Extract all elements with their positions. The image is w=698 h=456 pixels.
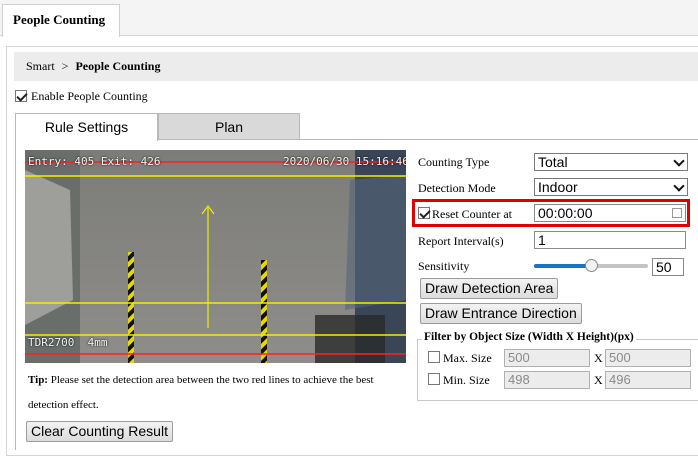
min-height-input[interactable]: 496: [605, 371, 691, 389]
max-size-checkbox[interactable]: [428, 351, 440, 363]
report-interval-input[interactable]: 1: [534, 231, 686, 249]
breadcrumb: Smart > People Counting: [14, 52, 698, 81]
reset-counter-time-input[interactable]: 00:00:00: [534, 204, 686, 222]
counting-type-value: Total: [538, 154, 568, 170]
clock-icon: [672, 208, 682, 218]
tip-line1: Please set the detection area between th…: [50, 374, 374, 386]
osd-timestamp: 2020/06/30 15:16:46: [283, 155, 406, 168]
counting-type-select[interactable]: Total: [534, 153, 688, 171]
max-width-input[interactable]: 500: [504, 349, 590, 367]
breadcrumb-root[interactable]: Smart: [26, 59, 55, 73]
sensitivity-label: Sensitivity: [418, 259, 470, 273]
tab-plan[interactable]: Plan: [158, 113, 300, 140]
enable-people-counting-checkbox[interactable]: [15, 90, 27, 102]
detection-mode-label: Detection Mode: [418, 181, 496, 195]
tip-label: Tip:: [28, 374, 48, 386]
tip-line2: detection effect.: [28, 399, 99, 411]
max-size-label: Max. Size: [443, 351, 492, 365]
reset-counter-time-value: 00:00:00: [538, 205, 593, 221]
sensitivity-slider-thumb[interactable]: [584, 259, 598, 272]
osd-counts: Entry: 405 Exit: 426: [28, 155, 161, 168]
max-height-input[interactable]: 500: [605, 349, 691, 367]
min-size-x-label: X: [594, 373, 603, 387]
min-size-label: Min. Size: [443, 373, 490, 387]
max-size-x-label: X: [594, 351, 603, 365]
tab-people-counting[interactable]: People Counting: [2, 4, 120, 37]
chevron-down-icon: [673, 180, 685, 192]
reset-counter-checkbox[interactable]: [418, 207, 430, 219]
live-video-preview[interactable]: Entry: 405 Exit: 426 2020/06/30 15:16:46…: [25, 150, 406, 363]
sensitivity-input[interactable]: 50: [652, 258, 684, 276]
sensitivity-slider-track[interactable]: [534, 259, 648, 272]
counting-type-label: Counting Type: [418, 155, 490, 169]
breadcrumb-current: People Counting: [75, 59, 161, 73]
enable-people-counting-label: Enable People Counting: [31, 89, 148, 103]
reset-counter-label: Reset Counter at: [432, 207, 512, 221]
draw-entrance-direction-button[interactable]: Draw Entrance Direction: [420, 303, 582, 324]
tip-text: Tip: Please set the detection area betwe…: [28, 374, 403, 386]
detection-mode-select[interactable]: Indoor: [534, 178, 688, 196]
report-interval-label: Report Interval(s): [418, 234, 504, 248]
clear-counting-result-button[interactable]: Clear Counting Result: [26, 421, 173, 442]
chevron-down-icon: [673, 155, 685, 167]
breadcrumb-separator: >: [61, 59, 69, 73]
video-scene: [25, 150, 406, 363]
sensitivity-slider-fill: [534, 264, 591, 268]
min-width-input[interactable]: 498: [504, 371, 590, 389]
detection-mode-value: Indoor: [538, 179, 578, 195]
tab-rule-settings[interactable]: Rule Settings: [15, 113, 158, 141]
osd-camera-model: TDR2700 4mm: [28, 336, 108, 349]
draw-detection-area-button[interactable]: Draw Detection Area: [420, 278, 559, 299]
filter-title: Filter by Object Size (Width X Height)(p…: [422, 331, 636, 343]
min-size-checkbox[interactable]: [428, 373, 440, 385]
